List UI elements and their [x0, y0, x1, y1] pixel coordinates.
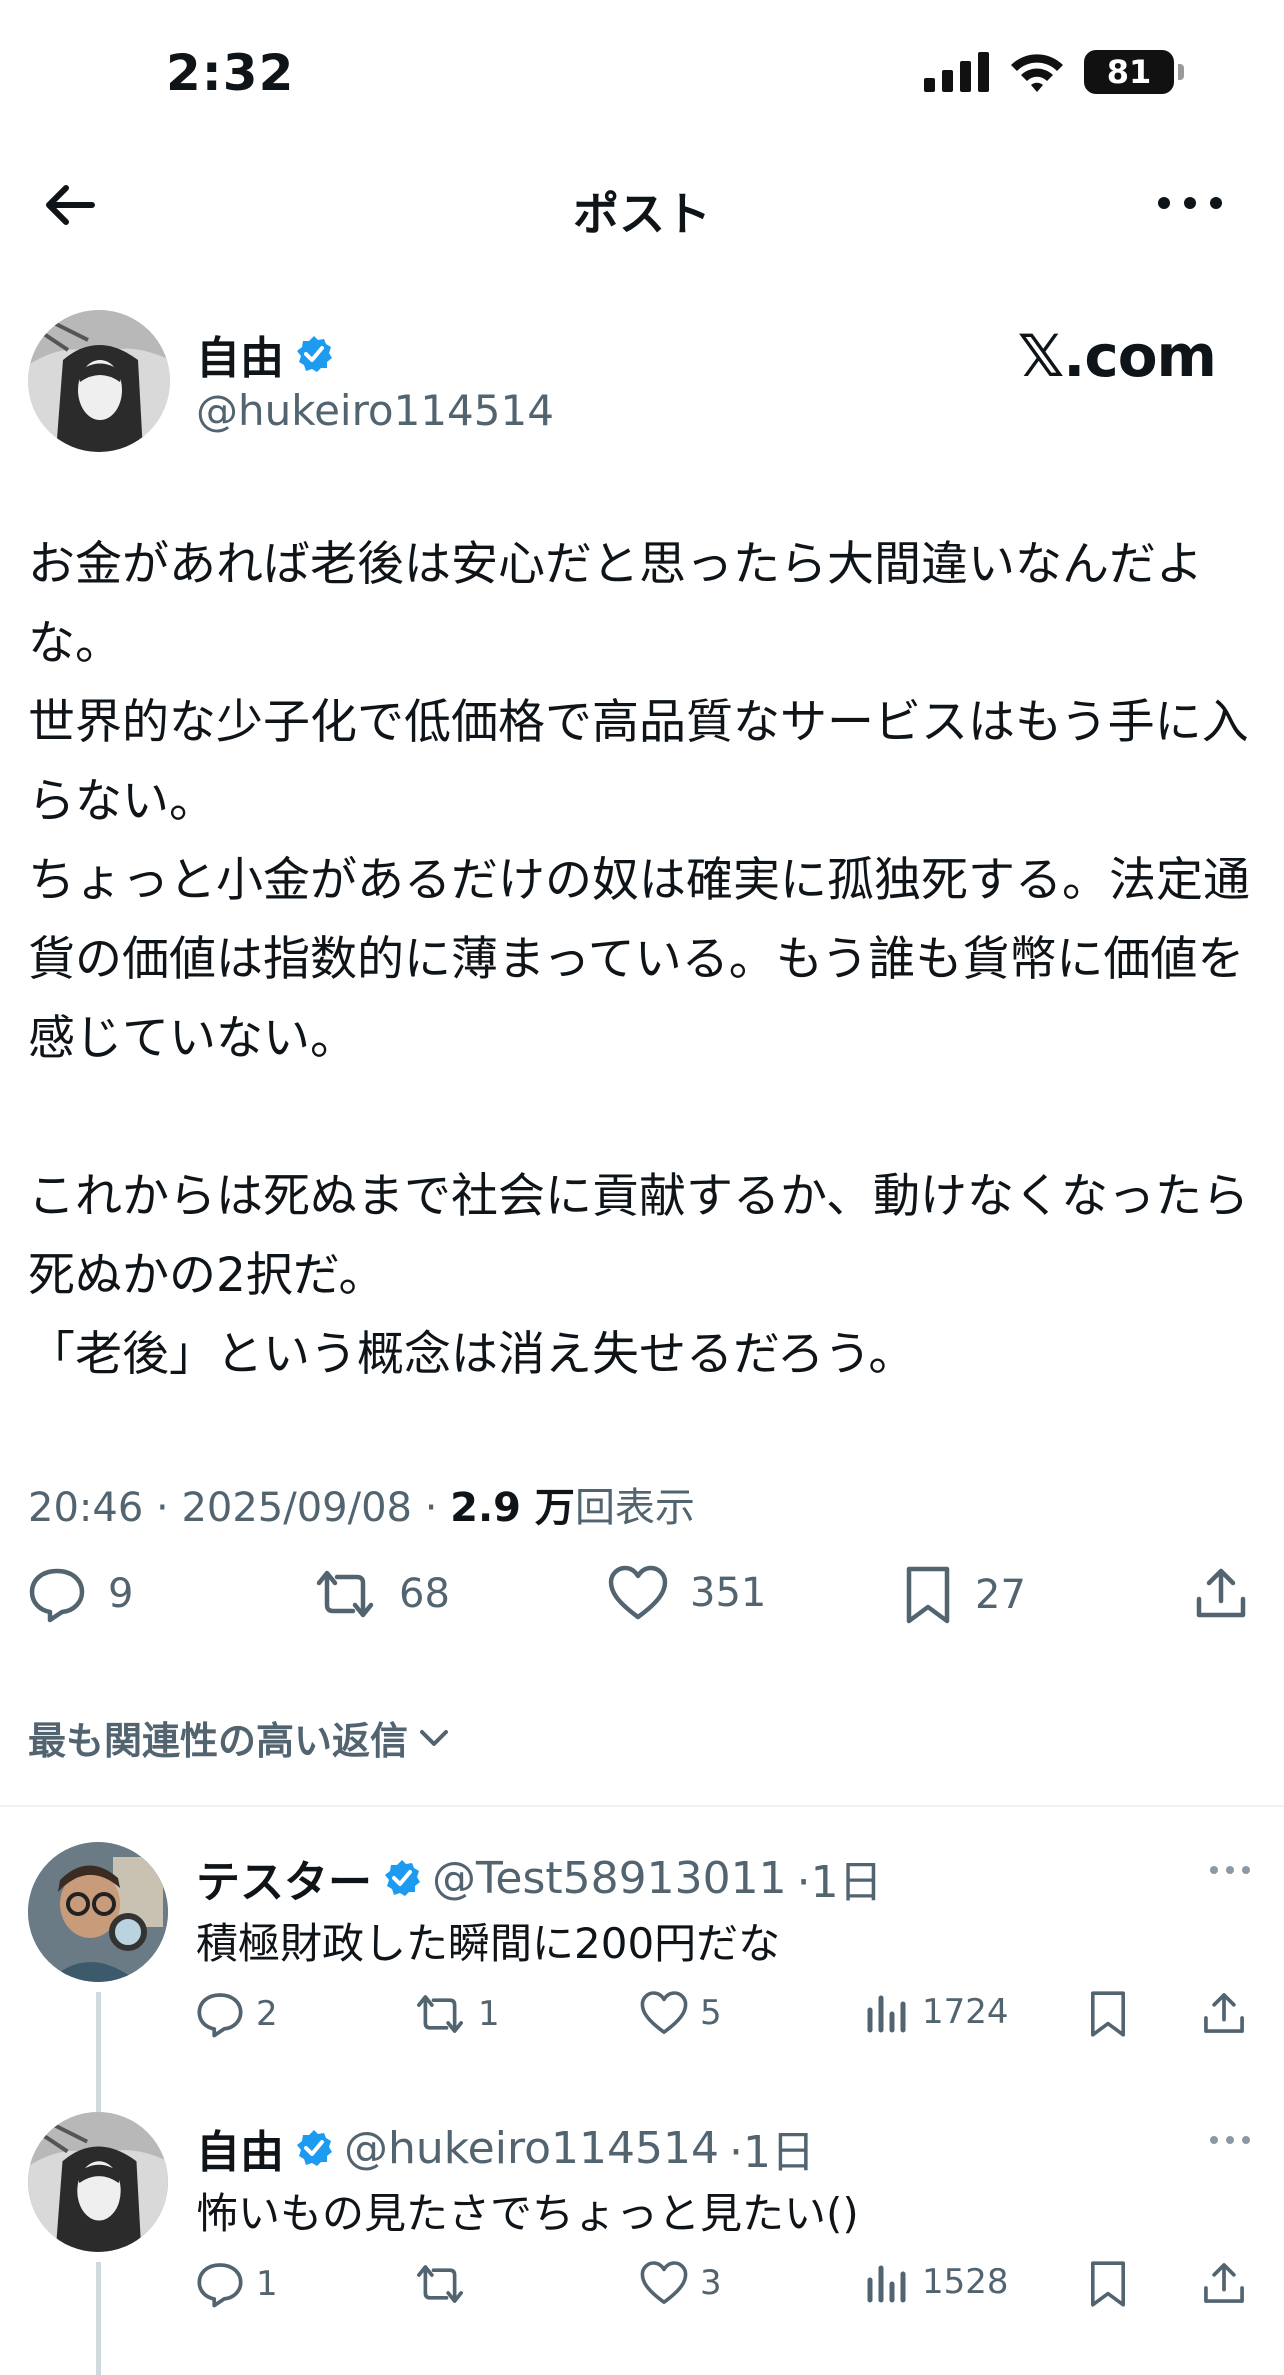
more-options-icon[interactable]	[1156, 188, 1224, 218]
post-actions: 9 68 351 27	[28, 1565, 1256, 1645]
repost-button[interactable]: 1	[414, 1990, 500, 2038]
author-name-text: 自由	[196, 333, 284, 384]
bookmark-icon	[1091, 1991, 1125, 2037]
share-button[interactable]	[1201, 1990, 1247, 2036]
views-button[interactable]: 1528	[866, 2260, 1009, 2304]
views-button[interactable]: 1724	[866, 1990, 1009, 2034]
repost-icon	[417, 2265, 463, 2303]
share-button[interactable]	[1201, 2260, 1247, 2306]
verified-badge-icon	[385, 1860, 420, 1896]
reply-text: 怖いもの見たさでちょっと見たい()	[196, 2189, 859, 2238]
more-options-icon[interactable]	[1208, 2130, 1252, 2150]
meta-separator: ·	[156, 1485, 169, 1531]
reply-button[interactable]: 2	[196, 1990, 278, 2038]
author-name[interactable]: 自由	[196, 322, 334, 386]
reply-author-handle[interactable]: @Test58913011	[432, 1853, 787, 1904]
nav-bar: ポスト	[0, 160, 1284, 250]
battery-level: 81	[1106, 53, 1152, 91]
bookmark-button[interactable]	[1088, 1990, 1128, 2038]
reply-age: ·1日	[729, 2127, 815, 2178]
reply-avatar[interactable]	[28, 1842, 168, 1982]
like-count: 351	[690, 1570, 767, 1616]
more-options-icon[interactable]	[1208, 1860, 1252, 1880]
bookmark-icon	[906, 1566, 950, 1624]
reply-text: 積極財政した瞬間に200円だな	[196, 1919, 781, 1968]
repost-icon	[417, 1995, 463, 2033]
battery-tip	[1178, 64, 1184, 80]
reply-count: 1	[256, 2264, 278, 2304]
view-count: 2.9 万	[450, 1485, 575, 1531]
bookmark-button[interactable]	[1088, 2260, 1128, 2308]
status-bar: 2:32 81	[0, 0, 1284, 150]
share-icon	[1204, 2263, 1244, 2303]
reply-actions: 2 1 5 1724	[196, 1990, 1266, 2050]
like-count: 3	[700, 2263, 722, 2303]
bookmark-count: 27	[975, 1572, 1026, 1618]
reply-item[interactable]: テスター @Test58913011·1日 積極財政した瞬間に200円だな 2 …	[0, 1842, 1284, 2112]
meta-separator: ·	[424, 1485, 438, 1531]
post-time[interactable]: 20:46	[28, 1485, 143, 1531]
reply-actions: 1 3 1528	[196, 2260, 1266, 2320]
like-button[interactable]: 5	[640, 1990, 722, 2036]
wifi-icon	[1011, 54, 1063, 92]
analytics-icon	[867, 1995, 906, 2033]
verified-badge-icon	[297, 2130, 332, 2166]
page-title: ポスト	[573, 187, 711, 241]
view-count: 1724	[922, 1992, 1009, 2032]
author-handle[interactable]: @hukeiro114514	[196, 386, 554, 435]
verified-badge-icon	[297, 336, 332, 372]
reply-avatar[interactable]	[28, 2112, 168, 2252]
post-body: お金があれば老後は安心だと思ったら大間違いなんだよな。 世界的な少子化で低価格で…	[28, 537, 1250, 1382]
bookmark-icon	[1091, 2261, 1125, 2307]
reply-count: 9	[108, 1571, 134, 1617]
reply-header: テスター @Test58913011·1日	[196, 1846, 883, 1910]
repost-icon	[316, 1570, 374, 1618]
reply-sort-selector[interactable]: 最も関連性の高い返信	[28, 1710, 452, 1765]
heart-icon	[640, 2261, 688, 2304]
bookmark-button[interactable]: 27	[903, 1565, 1026, 1625]
reply-button[interactable]: 1	[196, 2260, 278, 2308]
post-meta: 20:46 · 2025/09/08 · 2.9 万回表示	[28, 1475, 695, 1533]
reply-button[interactable]: 9	[28, 1565, 133, 1623]
chevron-down-icon	[420, 1729, 449, 1746]
repost-button[interactable]: 68	[313, 1565, 450, 1623]
author-avatar[interactable]	[28, 310, 170, 452]
reply-author-handle[interactable]: @hukeiro114514	[344, 2123, 719, 2174]
divider	[0, 1805, 1284, 1807]
view-count: 1528	[922, 2262, 1009, 2302]
repost-count: 1	[478, 1994, 500, 2034]
cellular-signal-icon	[924, 52, 989, 92]
like-count: 5	[700, 1993, 722, 2033]
reply-author-name[interactable]: 自由	[196, 2116, 284, 2180]
reply-sort-label: 最も関連性の高い返信	[28, 1719, 409, 1763]
reply-count: 2	[256, 1994, 278, 2034]
reply-age: ·1日	[796, 1857, 883, 1908]
share-button[interactable]	[1193, 1565, 1249, 1621]
reply-icon	[29, 1568, 85, 1623]
thread-line	[96, 2262, 101, 2375]
share-icon	[1204, 1993, 1244, 2033]
reply-header: 自由 @hukeiro114514·1日	[196, 2116, 815, 2180]
repost-button[interactable]	[414, 2260, 478, 2308]
repost-count: 68	[399, 1571, 450, 1617]
reply-author-name[interactable]: テスター	[196, 1846, 372, 1910]
like-button[interactable]: 351	[608, 1565, 766, 1621]
battery-icon: 81	[1084, 50, 1174, 94]
share-icon	[1196, 1568, 1246, 1618]
x-com-watermark: 𝕏.com	[1017, 322, 1217, 390]
heart-icon	[640, 1991, 688, 2034]
reply-item[interactable]: 自由 @hukeiro114514·1日 怖いもの見たさでちょっと見たい() 1…	[0, 2112, 1284, 2375]
status-icons: 81	[924, 50, 1184, 94]
status-time: 2:32	[166, 44, 295, 102]
view-label: 回表示	[574, 1485, 695, 1531]
reply-icon	[197, 2263, 243, 2308]
like-button[interactable]: 3	[640, 2260, 722, 2306]
post-author: 自由 @hukeiro114514 𝕏.com	[28, 310, 1256, 452]
analytics-icon	[867, 2265, 906, 2303]
thread-line	[96, 1992, 101, 2112]
reply-icon	[197, 1993, 243, 2038]
post-date[interactable]: 2025/09/08	[181, 1485, 412, 1531]
heart-icon	[608, 1565, 668, 1620]
